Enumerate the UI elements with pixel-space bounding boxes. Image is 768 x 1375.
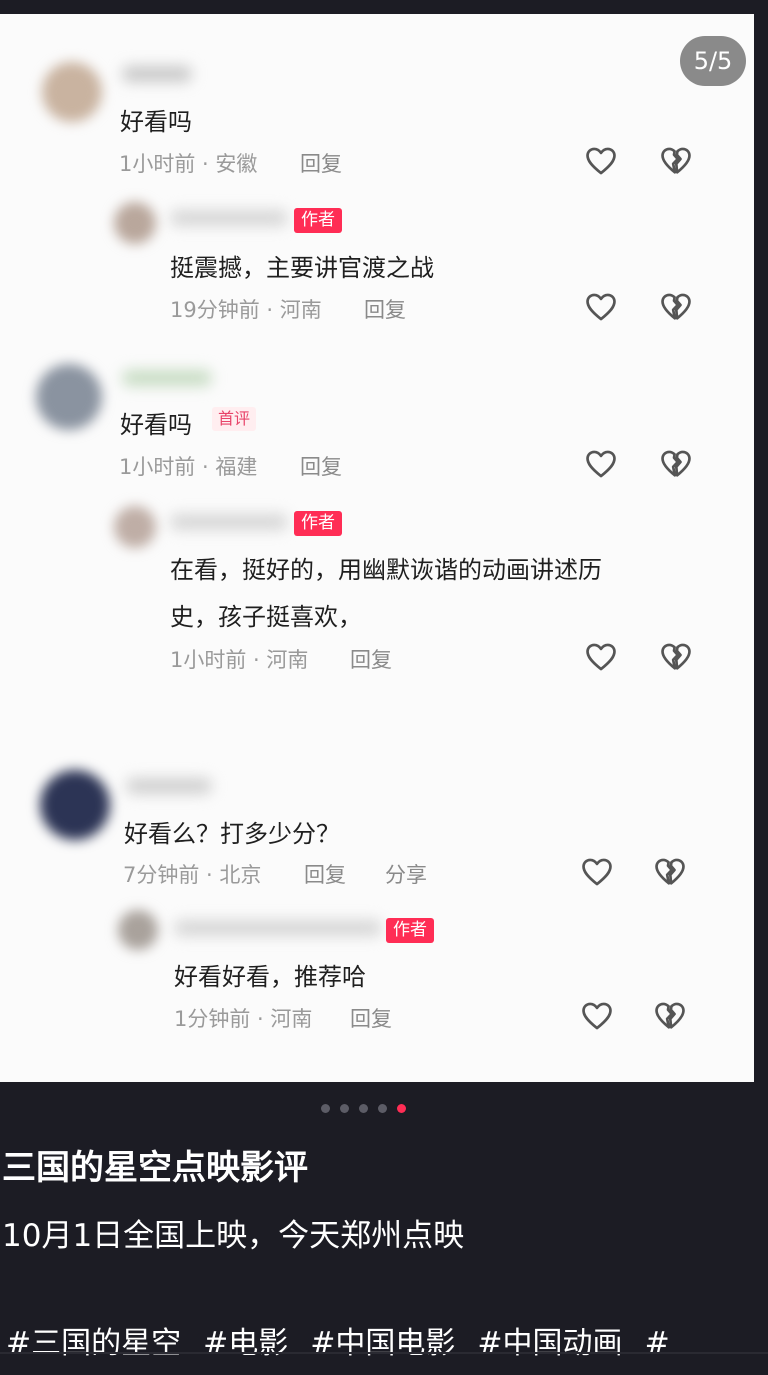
- username: [122, 66, 192, 82]
- carousel-dot[interactable]: [321, 1104, 330, 1113]
- comment-time: 1小时前: [119, 152, 196, 176]
- comment-text: 好看吗: [120, 108, 192, 136]
- heart-icon[interactable]: [584, 640, 618, 674]
- broken-heart-icon[interactable]: [659, 447, 693, 481]
- reply-meta: 1分钟前 · 河南: [174, 1003, 312, 1033]
- reply-button[interactable]: 回复: [300, 148, 342, 178]
- heart-icon[interactable]: [584, 290, 618, 324]
- meta-separator: ·: [259, 298, 280, 322]
- meta-separator: ·: [195, 152, 216, 176]
- hashtag-link[interactable]: #三国的星空: [6, 1326, 181, 1361]
- meta-separator: ·: [250, 1007, 271, 1031]
- heart-icon[interactable]: [580, 855, 614, 889]
- author-badge: 作者: [294, 511, 342, 536]
- reply-time: 1小时前: [170, 648, 247, 672]
- reply-text: 挺震撼，主要讲官渡之战: [170, 254, 434, 282]
- reply-button[interactable]: 回复: [364, 294, 406, 324]
- meta-separator: ·: [195, 455, 216, 479]
- hashtag-link[interactable]: #: [645, 1326, 670, 1361]
- heart-icon[interactable]: [584, 144, 618, 178]
- reply-button[interactable]: 回复: [300, 451, 342, 481]
- reply-meta: 19分钟前 · 河南: [170, 294, 322, 324]
- carousel-dot[interactable]: [359, 1104, 368, 1113]
- username: [170, 514, 288, 530]
- reply-button[interactable]: 回复: [350, 1003, 392, 1033]
- broken-heart-icon[interactable]: [653, 999, 687, 1033]
- reply-time: 19分钟前: [170, 298, 260, 322]
- share-button[interactable]: 分享: [385, 859, 427, 889]
- username: [170, 210, 288, 226]
- heart-icon[interactable]: [584, 447, 618, 481]
- avatar: [114, 202, 156, 244]
- broken-heart-icon[interactable]: [659, 290, 693, 324]
- author-badge: 作者: [294, 208, 342, 233]
- comment-text: 好看吗: [120, 411, 192, 439]
- first-comment-badge: 首评: [212, 407, 257, 431]
- username: [174, 920, 382, 936]
- comment-meta: 7分钟前 · 北京: [123, 859, 261, 889]
- reply-text: 史，孩子挺喜欢，: [170, 603, 362, 631]
- carousel-dot-active[interactable]: [397, 1104, 406, 1113]
- broken-heart-icon[interactable]: [659, 144, 693, 178]
- reply-button[interactable]: 回复: [304, 859, 346, 889]
- author-badge: 作者: [386, 918, 434, 943]
- divider: [0, 1352, 768, 1354]
- reply-button[interactable]: 回复: [350, 644, 392, 674]
- meta-separator: ·: [199, 863, 220, 887]
- post-title: 三国的星空点映影评: [2, 1148, 308, 1188]
- comment-screenshot-image[interactable]: 5/5 好看吗 1小时前 · 安徽 回复 作者 挺震撼，主要讲官渡之战 19分钟…: [0, 14, 754, 1082]
- reply-location: 河南: [270, 1007, 313, 1031]
- reply-text: 好看好看，推荐哈: [174, 963, 366, 991]
- avatar: [42, 62, 102, 122]
- username: [122, 370, 212, 386]
- hashtag-list: #三国的星空 #电影 #中国电影 #中国动画 #: [6, 1318, 692, 1362]
- comment-time: 7分钟前: [123, 863, 200, 887]
- image-counter: 5/5: [680, 36, 746, 86]
- reply-location: 河南: [266, 648, 309, 672]
- hashtag-link[interactable]: #中国电影: [310, 1326, 455, 1361]
- meta-separator: ·: [246, 648, 267, 672]
- avatar: [36, 364, 102, 430]
- avatar: [114, 506, 156, 548]
- avatar: [40, 770, 110, 840]
- comment-meta: 1小时前 · 安徽: [119, 148, 257, 178]
- reply-meta: 1小时前 · 河南: [170, 644, 308, 674]
- broken-heart-icon[interactable]: [659, 640, 693, 674]
- broken-heart-icon[interactable]: [653, 855, 687, 889]
- comment-location: 福建: [215, 455, 258, 479]
- hashtag-link[interactable]: #电影: [203, 1326, 288, 1361]
- post-description: 10月1日全国上映，今天郑州点映: [2, 1218, 465, 1254]
- comment-text: 好看么？打多少分？: [124, 820, 340, 848]
- avatar: [118, 910, 158, 950]
- heart-icon[interactable]: [580, 999, 614, 1033]
- comment-meta: 1小时前 · 福建: [119, 451, 257, 481]
- reply-time: 1分钟前: [174, 1007, 251, 1031]
- carousel-dot[interactable]: [378, 1104, 387, 1113]
- carousel-dot[interactable]: [340, 1104, 349, 1113]
- reply-location: 河南: [279, 298, 322, 322]
- comment-location: 安徽: [215, 152, 258, 176]
- comment-time: 1小时前: [119, 455, 196, 479]
- username: [126, 778, 212, 794]
- comment-location: 北京: [219, 863, 262, 887]
- hashtag-link[interactable]: #中国动画: [477, 1326, 622, 1361]
- reply-text: 在看，挺好的，用幽默诙谐的动画讲述历: [170, 556, 602, 584]
